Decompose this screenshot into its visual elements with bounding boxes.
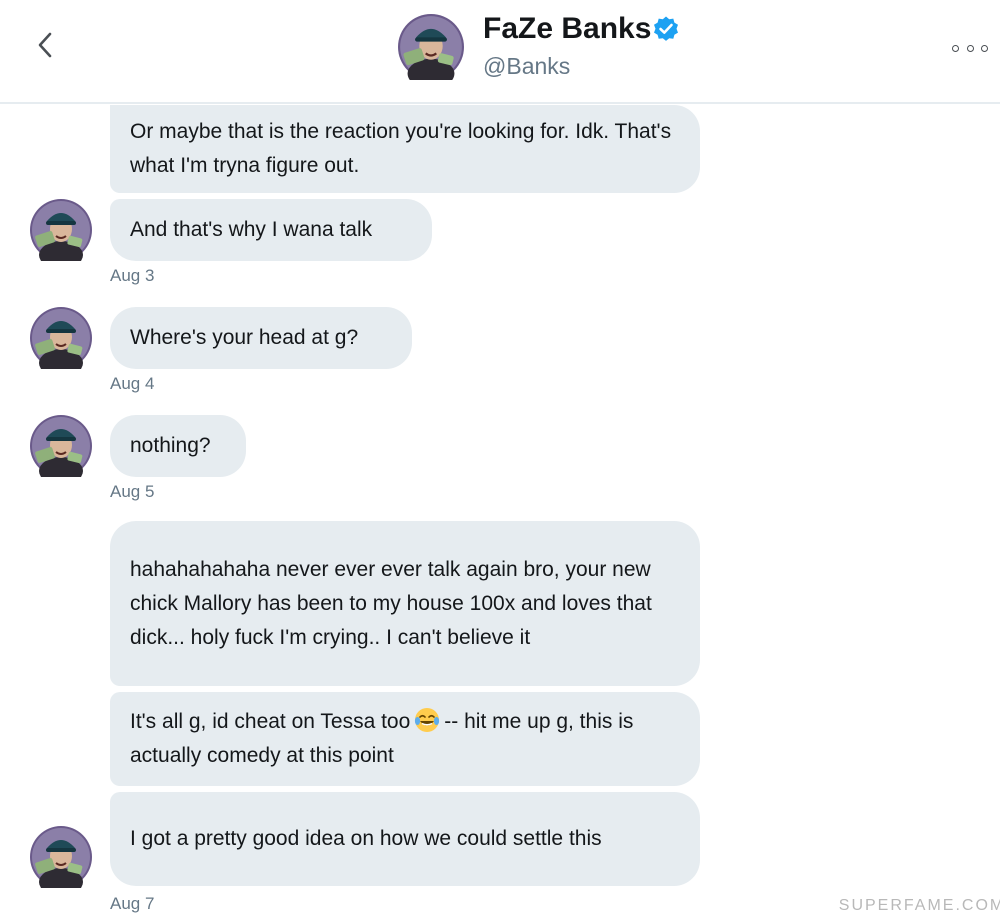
- profile-name[interactable]: FaZe Banks: [483, 12, 651, 46]
- conversation-header: FaZe Banks @Banks: [0, 0, 1000, 104]
- more-options-icon: [952, 44, 959, 52]
- message-bubble[interactable]: Or maybe that is the reaction you're loo…: [110, 105, 700, 193]
- message-date: Aug 4: [110, 374, 155, 393]
- more-options-button[interactable]: [952, 38, 988, 58]
- profile-handle: @Banks: [483, 53, 571, 79]
- message-text: It's all g, id cheat on Tessa too -- hit…: [130, 705, 680, 773]
- back-button[interactable]: [30, 28, 60, 62]
- profile-avatar[interactable]: [398, 14, 464, 80]
- message-bubble[interactable]: Where's your head at g?: [110, 307, 412, 369]
- sender-avatar[interactable]: [30, 199, 92, 261]
- message-bubble[interactable]: And that's why I wana talk: [110, 199, 432, 261]
- sender-avatar[interactable]: [30, 415, 92, 477]
- verified-badge-icon: [654, 16, 678, 41]
- message-text: Or maybe that is the reaction you're loo…: [130, 120, 672, 177]
- face-with-tears-of-joy-icon: [415, 708, 440, 732]
- chevron-left-icon: [38, 32, 52, 58]
- sender-avatar[interactable]: [30, 307, 92, 369]
- message-date: Aug 3: [110, 266, 155, 285]
- message-bubble[interactable]: I got a pretty good idea on how we could…: [110, 792, 700, 886]
- message-bubble[interactable]: It's all g, id cheat on Tessa too -- hit…: [110, 692, 700, 786]
- message-text-part: It's all g, id cheat on Tessa too: [130, 710, 411, 733]
- message-text: hahahahahaha never ever ever talk again …: [130, 557, 652, 649]
- message-text: And that's why I wana talk: [130, 218, 373, 241]
- message-bubble[interactable]: hahahahahaha never ever ever talk again …: [110, 521, 700, 686]
- watermark: SUPERFAME.COM: [839, 893, 1000, 919]
- message-text: nothing?: [130, 434, 211, 457]
- message-date: Aug 5: [110, 482, 155, 501]
- message-text: I got a pretty good idea on how we could…: [130, 827, 602, 850]
- message-bubble[interactable]: nothing?: [110, 415, 246, 477]
- message-text: Where's your head at g?: [130, 326, 359, 349]
- message-date: Aug 7: [110, 894, 155, 913]
- sender-avatar[interactable]: [30, 826, 92, 888]
